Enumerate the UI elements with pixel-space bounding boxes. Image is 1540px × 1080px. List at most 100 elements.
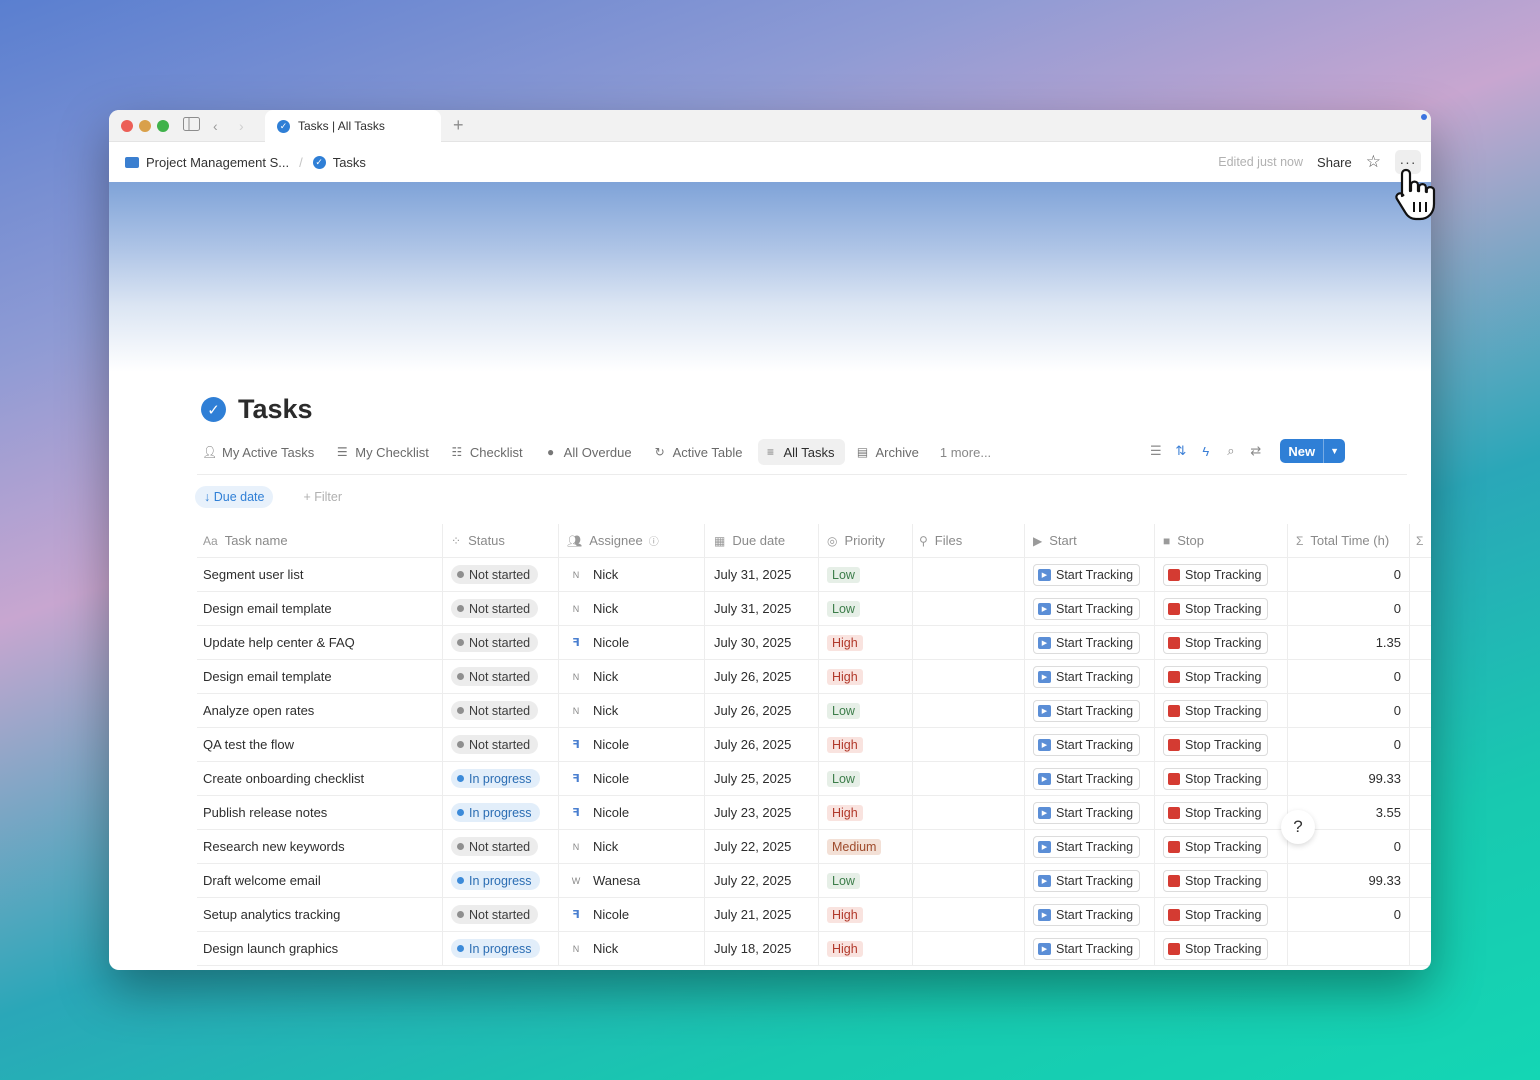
assignee-cell[interactable]: ꟻ Nicole (559, 796, 705, 829)
files-cell[interactable] (913, 558, 1025, 591)
priority-cell[interactable]: High (819, 660, 913, 693)
start-tracking-button[interactable]: ▶ Start Tracking (1033, 801, 1141, 824)
chevron-down-icon[interactable]: ▼ (1323, 439, 1345, 463)
priority-cell[interactable]: Low (819, 762, 913, 795)
status-badge[interactable]: Not started (451, 701, 539, 720)
forward-icon[interactable]: › (239, 117, 244, 135)
priority-cell[interactable]: Medium (819, 830, 913, 863)
column-header-files[interactable]: ⚲ Files (913, 524, 1025, 557)
total-time-cell[interactable]: 0 (1288, 898, 1410, 931)
status-badge[interactable]: Not started (451, 735, 539, 754)
total-time-cell[interactable]: 1.35 (1288, 626, 1410, 659)
column-header-total-time[interactable]: Σ Total Time (h) (1288, 524, 1410, 557)
due-date-cell[interactable]: July 23, 2025 (705, 796, 819, 829)
task-name-cell[interactable]: Analyze open rates (197, 694, 443, 727)
priority-cell[interactable]: High (819, 932, 913, 965)
search-icon[interactable]: ⌕ (1224, 443, 1237, 459)
column-header-assignee[interactable]: 👥︎ Assignee ⓘ (559, 524, 705, 557)
files-cell[interactable] (913, 898, 1025, 931)
stop-tracking-button[interactable]: Stop Tracking (1163, 801, 1269, 824)
table-row[interactable]: Segment user list Not started N Nick July… (197, 558, 1431, 592)
stop-tracking-button[interactable]: Stop Tracking (1163, 597, 1269, 620)
task-name-cell[interactable]: QA test the flow (197, 728, 443, 761)
task-name[interactable]: Publish release notes (203, 805, 327, 820)
sort-chip-due-date[interactable]: ↓ Due date (195, 486, 274, 508)
column-header-task-name[interactable]: Aa Task name (197, 524, 443, 557)
assignee-cell[interactable]: N Nick (559, 558, 705, 591)
new-tab-button[interactable]: + (453, 115, 464, 136)
priority-cell[interactable]: Low (819, 592, 913, 625)
filter-icon[interactable]: ☰ (1149, 443, 1162, 459)
task-name-cell[interactable]: Design launch graphics (197, 932, 443, 965)
priority-cell[interactable]: High (819, 796, 913, 829)
files-cell[interactable] (913, 626, 1025, 659)
table-row[interactable]: Setup analytics tracking Not started ꟻ Ni… (197, 898, 1431, 932)
assignee-cell[interactable]: N Nick (559, 694, 705, 727)
total-time-cell[interactable]: 0 (1288, 660, 1410, 693)
settings-icon[interactable]: ⇄ (1249, 443, 1262, 459)
column-header-extra[interactable]: Σ (1410, 524, 1431, 557)
start-tracking-button[interactable]: ▶ Start Tracking (1033, 733, 1141, 756)
due-date-cell[interactable]: July 22, 2025 (705, 830, 819, 863)
stop-tracking-button[interactable]: Stop Tracking (1163, 937, 1269, 960)
task-name-cell[interactable]: Setup analytics tracking (197, 898, 443, 931)
files-cell[interactable] (913, 864, 1025, 897)
status-cell[interactable]: In progress (443, 864, 559, 897)
status-cell[interactable]: Not started (443, 898, 559, 931)
tab-all-overdue[interactable]: ● All Overdue (539, 439, 642, 465)
share-button[interactable]: Share (1317, 155, 1352, 170)
due-date-cell[interactable]: July 21, 2025 (705, 898, 819, 931)
status-badge[interactable]: In progress (451, 803, 540, 822)
automation-icon[interactable]: ϟ (1199, 444, 1212, 459)
status-badge[interactable]: Not started (451, 837, 539, 856)
new-button-label[interactable]: New (1280, 444, 1323, 459)
status-cell[interactable]: Not started (443, 830, 559, 863)
start-tracking-button[interactable]: ▶ Start Tracking (1033, 597, 1141, 620)
status-badge[interactable]: In progress (451, 939, 540, 958)
due-date-cell[interactable]: July 25, 2025 (705, 762, 819, 795)
files-cell[interactable] (913, 932, 1025, 965)
task-name-cell[interactable]: Publish release notes (197, 796, 443, 829)
task-name-cell[interactable]: Update help center & FAQ (197, 626, 443, 659)
table-row[interactable]: Design email template Not started N Nick … (197, 660, 1431, 694)
status-cell[interactable]: In progress (443, 762, 559, 795)
sort-icon[interactable]: ⇅ (1174, 443, 1187, 459)
stop-tracking-button[interactable]: Stop Tracking (1163, 665, 1269, 688)
assignee-cell[interactable]: N Nick (559, 592, 705, 625)
start-tracking-button[interactable]: ▶ Start Tracking (1033, 903, 1141, 926)
maximize-window-button[interactable] (157, 120, 169, 132)
assignee-cell[interactable]: N Nick (559, 830, 705, 863)
status-cell[interactable]: Not started (443, 728, 559, 761)
tab-my-active-tasks[interactable]: 👤︎ My Active Tasks (197, 439, 324, 465)
stop-tracking-button[interactable]: Stop Tracking (1163, 631, 1269, 654)
due-date-cell[interactable]: July 31, 2025 (705, 558, 819, 591)
start-tracking-button[interactable]: ▶ Start Tracking (1033, 869, 1141, 892)
files-cell[interactable] (913, 660, 1025, 693)
priority-cell[interactable]: Low (819, 864, 913, 897)
help-button[interactable]: ? (1281, 810, 1315, 844)
start-tracking-button[interactable]: ▶ Start Tracking (1033, 767, 1141, 790)
extra-cell[interactable] (1410, 864, 1431, 897)
extra-cell[interactable] (1410, 558, 1431, 591)
table-row[interactable]: Create onboarding checklist In progress … (197, 762, 1431, 796)
due-date-cell[interactable]: July 22, 2025 (705, 864, 819, 897)
status-badge[interactable]: Not started (451, 599, 539, 618)
tab-archive[interactable]: ▤ Archive (851, 439, 929, 465)
column-header-due-date[interactable]: ▦ Due date (705, 524, 819, 557)
table-row[interactable]: QA test the flow Not started ꟻ Nicole Jul… (197, 728, 1431, 762)
extra-cell[interactable] (1410, 762, 1431, 795)
total-time-cell[interactable]: 0 (1288, 728, 1410, 761)
add-filter-button[interactable]: + Filter (303, 490, 342, 504)
task-name[interactable]: Draft welcome email (203, 873, 321, 888)
extra-cell[interactable] (1410, 728, 1431, 761)
task-name-cell[interactable]: Draft welcome email (197, 864, 443, 897)
start-tracking-button[interactable]: ▶ Start Tracking (1033, 835, 1141, 858)
sidebar-toggle-icon[interactable] (183, 117, 200, 135)
due-date-cell[interactable]: July 30, 2025 (705, 626, 819, 659)
priority-cell[interactable]: Low (819, 694, 913, 727)
extra-cell[interactable] (1410, 660, 1431, 693)
stop-tracking-button[interactable]: Stop Tracking (1163, 903, 1269, 926)
total-time-cell[interactable]: 99.33 (1288, 762, 1410, 795)
browser-tab-active[interactable]: ✓ Tasks | All Tasks (265, 110, 441, 142)
status-badge[interactable]: In progress (451, 871, 540, 890)
